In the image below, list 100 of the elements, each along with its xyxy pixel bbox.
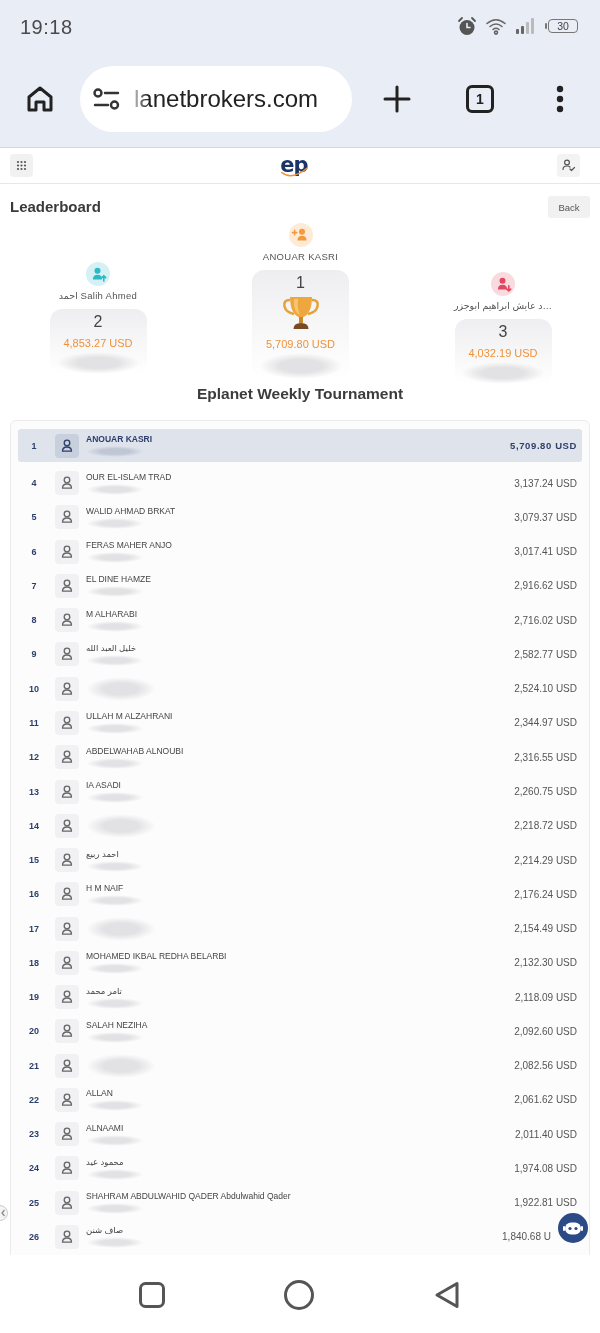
- score-amount: 3,137.24 USD: [514, 477, 578, 489]
- user-avatar-icon: [55, 916, 79, 941]
- player-name: محمود عيد: [86, 1156, 125, 1168]
- score-amount: 1,840.68 U: [502, 1231, 552, 1243]
- address-field[interactable]: lanetbrokers.com: [80, 65, 352, 132]
- rank-number: 11: [28, 718, 40, 728]
- score-amount: 2,214.29 USD: [514, 854, 578, 866]
- player-name: EL DINE HAMZE: [86, 574, 152, 586]
- rank-number: 25: [28, 1197, 40, 1208]
- home-circle-icon[interactable]: [284, 1280, 314, 1310]
- score-amount: 2,316.55 USD: [514, 751, 578, 763]
- score-amount: 2,582.77 USD: [514, 648, 578, 660]
- player-name: MOHAMED IKBAL REDHA BELARBI: [86, 951, 228, 963]
- alarm-clock-icon: [457, 16, 477, 36]
- user-avatar-icon: [55, 779, 79, 804]
- rank-number: 1: [296, 274, 305, 292]
- user-avatar-icon: [55, 813, 79, 838]
- player-name: صاف شنن: [86, 1225, 125, 1237]
- rank-number: 16: [28, 889, 40, 900]
- rank-number: 14: [28, 820, 40, 831]
- rank-number: 19: [28, 992, 40, 1003]
- score-amount: 2,011.40 USD: [514, 1128, 578, 1140]
- player-name: خليل العبد الله: [86, 642, 138, 654]
- user-avatar-icon: [55, 642, 79, 667]
- rank-number: 10: [28, 683, 40, 694]
- rank-number: 21: [28, 1060, 40, 1071]
- score-amount: 2,916.62 USD: [514, 580, 578, 592]
- brand-logo[interactable]: ep: [279, 152, 311, 179]
- player-name: تامر محمد: [86, 985, 123, 997]
- recents-icon[interactable]: [139, 1282, 165, 1308]
- chat-bot-icon[interactable]: [558, 1213, 588, 1243]
- sliders-icon[interactable]: [93, 87, 120, 110]
- player-name: احمد ربيع: [86, 848, 120, 860]
- user-avatar-icon: [55, 745, 79, 770]
- player-name: ALNAAMI: [86, 1122, 125, 1134]
- player-name: WALID AHMAD BRKAT: [86, 505, 177, 517]
- user-avatar-icon: [55, 1224, 79, 1249]
- score-amount: 5,709.80 USD: [265, 338, 336, 351]
- rank-number: 4: [30, 478, 38, 489]
- page-title: Leaderboard: [10, 198, 101, 216]
- rank-number: 6: [30, 546, 38, 557]
- rank-number: 20: [28, 1026, 40, 1037]
- score-amount: 2,092.60 USD: [514, 1025, 578, 1037]
- rank-number: 26: [28, 1231, 40, 1242]
- score-amount: 2,061.62 USD: [514, 1094, 578, 1106]
- score-amount: 2,176.24 USD: [514, 888, 578, 900]
- wifi-icon: [485, 17, 507, 35]
- score-amount: 2,082.56 USD: [514, 1060, 578, 1072]
- rank-number: 15: [28, 855, 40, 866]
- player-name: ANOUAR KASRI: [262, 251, 339, 262]
- user-avatar-icon: [55, 1156, 79, 1181]
- rank-number: 17: [28, 923, 40, 934]
- player-name: SHAHRAM ABDULWAHID QADER Abdulwahid Qader: [86, 1191, 292, 1203]
- user-avatar-icon: [55, 471, 79, 496]
- signal-icon: [515, 18, 537, 34]
- player-name: OUR EL-ISLAM TRAD: [86, 471, 173, 483]
- rank-number: 23: [28, 1129, 40, 1140]
- trophy-icon: [280, 295, 321, 331]
- user-avatar-icon: [55, 1019, 79, 1044]
- score-amount: 5,709.80 USD: [510, 440, 578, 451]
- score-amount: 1,974.08 USD: [514, 1162, 578, 1174]
- grid-menu-icon[interactable]: [10, 154, 33, 177]
- back-triangle-icon[interactable]: [433, 1281, 461, 1309]
- score-amount: 4,032.19 USD: [468, 347, 538, 360]
- score-amount: 2,524.10 USD: [514, 683, 578, 695]
- user-avatar-icon: [55, 950, 79, 975]
- battery-indicator: 30: [545, 19, 578, 33]
- score-amount: 2,132.30 USD: [514, 957, 578, 969]
- user-avatar-icon: [55, 505, 79, 530]
- url-text: lanetbrokers.com: [134, 84, 319, 113]
- score-amount: 3,079.37 USD: [514, 511, 578, 523]
- chevron-left-icon[interactable]: [0, 1205, 8, 1221]
- rank-number: 1: [30, 440, 38, 451]
- rank-number: 24: [28, 1163, 40, 1174]
- plus-icon[interactable]: [383, 84, 411, 113]
- player-name: ANOUAR KASRI: [86, 434, 154, 445]
- player-name: ULLAH M ALZAHRANI: [86, 711, 174, 723]
- rank-number: 9: [30, 649, 38, 660]
- user-avatar-icon: [55, 1122, 79, 1147]
- user-avatar-icon: [55, 882, 79, 907]
- back-button[interactable]: Back: [548, 196, 590, 218]
- rank-number: 7: [30, 580, 38, 591]
- score-amount: 2,218.72 USD: [514, 820, 578, 832]
- rank-number: 8: [30, 615, 38, 626]
- tab-count-button[interactable]: 1: [466, 84, 494, 113]
- user-check-icon[interactable]: [557, 154, 580, 177]
- player-name: ABDELWAHAB ALNOUBI: [86, 745, 185, 757]
- user-avatar-icon: [55, 1190, 79, 1215]
- user-avatar-icon: [55, 848, 79, 873]
- menu-icon[interactable]: [556, 84, 564, 113]
- rank-number: 18: [28, 957, 40, 968]
- player-name: H M NAIF: [86, 882, 125, 894]
- player-name: احمد Salih Ahmed: [58, 290, 138, 301]
- user-avatar-icon: [55, 1087, 79, 1112]
- user-avatar-icon: [55, 1053, 79, 1078]
- rank-number: 5: [30, 512, 38, 523]
- user-plus-icon: [288, 223, 313, 247]
- score-amount: 2,716.02 USD: [514, 614, 578, 626]
- score-amount: 2,344.97 USD: [514, 717, 578, 729]
- rank-number: 3: [498, 323, 508, 341]
